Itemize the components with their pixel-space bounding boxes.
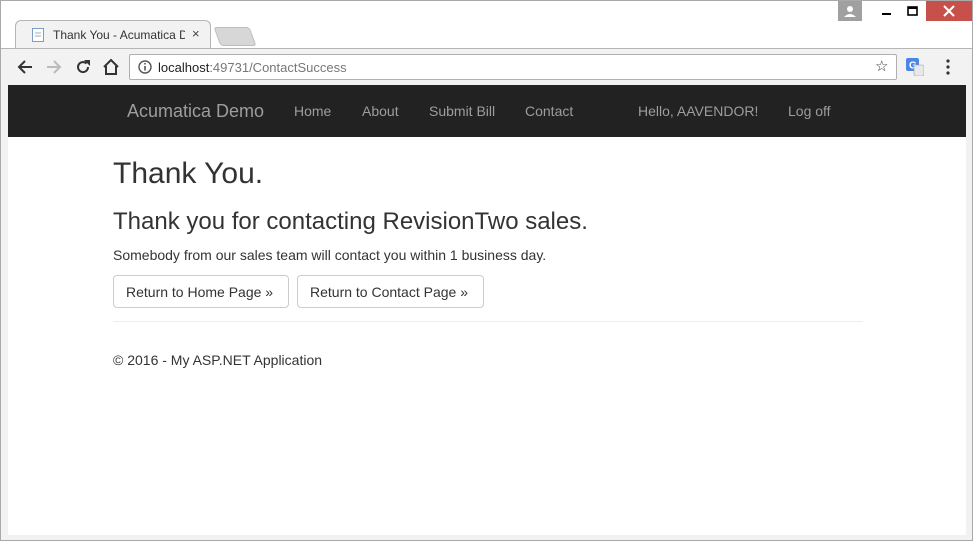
user-greeting-link[interactable]: Hello, AAVENDOR! (638, 103, 758, 119)
return-home-button[interactable]: Return to Home Page » (113, 275, 289, 308)
new-tab-button[interactable] (213, 27, 257, 46)
address-bar[interactable]: localhost:49731/ContactSuccess ☆ (129, 54, 897, 80)
footer-text: © 2016 - My ASP.NET Application (113, 352, 323, 368)
url-path: :49731/ContactSuccess (209, 60, 347, 75)
close-window-button[interactable] (926, 1, 972, 21)
profile-button[interactable] (838, 1, 862, 21)
back-arrow-icon[interactable] (15, 57, 35, 77)
return-contact-button[interactable]: Return to Contact Page » (297, 275, 484, 308)
footer-divider (113, 321, 863, 322)
reload-icon[interactable] (73, 57, 93, 77)
nav-contact-link[interactable]: Contact (525, 103, 573, 119)
brand-link[interactable]: Acumatica Demo (127, 101, 264, 122)
logoff-link[interactable]: Log off (788, 103, 831, 119)
url-text: localhost:49731/ContactSuccess (158, 60, 347, 75)
nav-submit-bill-link[interactable]: Submit Bill (429, 103, 495, 119)
nav-home-link[interactable]: Home (294, 103, 331, 119)
menu-kebab-icon[interactable] (943, 58, 953, 76)
maximize-icon (907, 6, 918, 16)
user-icon (844, 6, 856, 17)
page-viewport: Acumatica Demo Home About Submit Bill Co… (8, 85, 966, 535)
page-icon (32, 28, 44, 42)
home-icon[interactable] (101, 57, 121, 77)
confirmation-message: Somebody from our sales team will contac… (113, 247, 547, 263)
browser-window: Thank You - Acumatica D × localhost:4973… (0, 0, 973, 541)
close-icon (943, 5, 955, 17)
page-subtitle: Thank you for contacting RevisionTwo sal… (113, 208, 588, 235)
site-navbar: Acumatica Demo Home About Submit Bill Co… (8, 85, 966, 137)
tab-close-icon[interactable]: × (192, 27, 200, 41)
maximize-button[interactable] (897, 1, 929, 21)
url-host: localhost (158, 60, 210, 75)
browser-tab[interactable]: Thank You - Acumatica D × (15, 20, 211, 49)
bookmark-star-icon[interactable]: ☆ (875, 59, 888, 75)
page-title: Thank You. (113, 157, 264, 190)
browser-toolbar: localhost:49731/ContactSuccess ☆ G (1, 48, 972, 85)
translate-extension-icon[interactable]: G (906, 58, 924, 76)
tab-strip: Thank You - Acumatica D × (1, 1, 972, 49)
info-icon[interactable] (138, 60, 152, 74)
tab-title: Thank You - Acumatica D (53, 28, 185, 42)
forward-arrow-icon[interactable] (44, 57, 64, 77)
nav-about-link[interactable]: About (362, 103, 399, 119)
